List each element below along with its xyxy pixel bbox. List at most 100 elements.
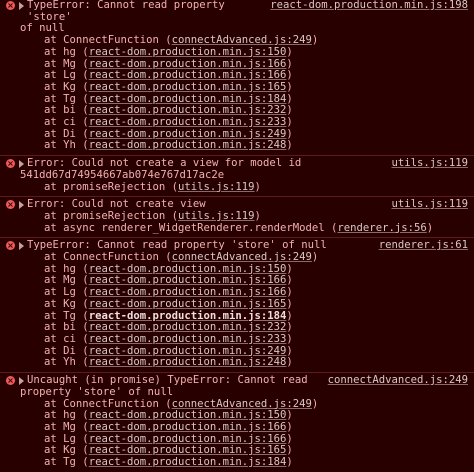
console-error-entry[interactable]: × TypeError: Cannot read property 'store'…	[0, 237, 474, 372]
stack-frame-function: Tg	[63, 92, 76, 105]
stack-frame-function: Mg	[63, 57, 76, 70]
error-source-link[interactable]: renderer.js:61	[379, 240, 468, 252]
console-error-entry[interactable]: × Error: Could not create a view for mode…	[0, 155, 474, 196]
expand-triangle-icon[interactable]	[19, 2, 24, 10]
stack-frame-link[interactable]: renderer.js:56	[337, 222, 426, 234]
stack-frame-link[interactable]: react-dom.production.min.js:249	[89, 128, 287, 140]
stack-frame-link[interactable]: react-dom.production.min.js:166	[89, 58, 287, 70]
expand-triangle-icon[interactable]	[19, 201, 24, 210]
stack-frame-at: at	[44, 127, 57, 140]
stack-frame-link[interactable]: react-dom.production.min.js:165	[89, 298, 287, 310]
stack-frame-at: at	[44, 309, 57, 322]
stack-frame-function: bi	[63, 104, 76, 117]
stack-frame-link[interactable]: react-dom.production.min.js:184	[89, 456, 287, 468]
stack-frame-function: Di	[63, 127, 76, 140]
stack-frame-at: at	[44, 262, 57, 275]
stack-frame-at: at	[44, 180, 57, 193]
stack-frame-link[interactable]: connectAdvanced.js:249	[172, 251, 312, 263]
stack-frame-function: Tg	[63, 309, 76, 322]
stack-frame-at: at	[44, 344, 57, 357]
stack-frame-function: promiseRejection	[63, 180, 166, 193]
error-icon: ×	[6, 159, 15, 169]
stack-frame-function: Kg	[63, 297, 76, 310]
console-error-entry[interactable]: × Uncaught (in promise) TypeError: Cannot…	[0, 372, 474, 472]
stack-frame-function: Mg	[63, 420, 76, 433]
error-icon: ×	[6, 1, 15, 10]
stack-frame-function: Lg	[63, 69, 76, 82]
stack-frame-link[interactable]: react-dom.production.min.js:184	[89, 93, 287, 105]
stack-frame-at: at	[44, 321, 57, 334]
stack-frame-at: at	[44, 297, 57, 310]
stack-frame-link[interactable]: react-dom.production.min.js:232	[89, 104, 287, 116]
stack-frame-link[interactable]: react-dom.production.min.js:233	[89, 116, 287, 128]
stack-frame-link[interactable]: react-dom.production.min.js:184	[89, 310, 287, 322]
stack-frame-function: Kg	[63, 444, 76, 457]
stack-frame-link[interactable]: react-dom.production.min.js:165	[89, 444, 287, 456]
stack-frame-link[interactable]: utils.js:119	[178, 181, 255, 193]
stack-frame-at: at	[44, 116, 57, 129]
stack-frame-at: at	[44, 209, 57, 222]
stack-frame-function: hg	[63, 409, 76, 422]
stack-frame-function: ci	[63, 332, 76, 345]
stack-frame-link[interactable]: react-dom.production.min.js:248	[89, 356, 287, 369]
error-icon: ×	[6, 376, 15, 386]
expand-triangle-icon[interactable]	[19, 160, 24, 169]
error-source-link[interactable]: react-dom.production.min.js:198	[270, 0, 468, 12]
stack-frame-link[interactable]: react-dom.production.min.js:150	[89, 409, 287, 421]
stack-frame-link[interactable]: react-dom.production.min.js:165	[89, 81, 287, 93]
stack-frame-function: hg	[63, 262, 76, 275]
stack-frame-function: Mg	[63, 274, 76, 287]
stack-frame-link[interactable]: react-dom.production.min.js:166	[89, 421, 287, 433]
stack-frame-at: at	[44, 34, 57, 47]
stack-frame-function: ConnectFunction	[63, 397, 159, 410]
stack-frame: at Tg (react-dom.production.min.js:184)	[44, 456, 293, 469]
stack-frame-function: promiseRejection	[63, 209, 166, 222]
stack-frame-link[interactable]: react-dom.production.min.js:232	[89, 321, 287, 333]
stack-frame-link[interactable]: react-dom.production.min.js:248	[89, 139, 287, 152]
stack-frame-function: Yh	[63, 356, 76, 369]
stack-frame-link[interactable]: react-dom.production.min.js:150	[89, 46, 287, 58]
stack-frame-function: Tg	[63, 456, 76, 469]
stack-frame-at: at	[44, 332, 57, 345]
stack-frame-at: at	[44, 80, 57, 93]
error-header[interactable]: × TypeError: Cannot read property 'store'…	[6, 0, 468, 23]
error-source-link[interactable]: utils.js:119	[391, 157, 468, 170]
stack-frame: at Yh (react-dom.production.min.js:248)	[44, 356, 293, 369]
stack-frame: at async renderer_WidgetRenderer.renderM…	[44, 221, 434, 234]
console-error-entry[interactable]: × TypeError: Cannot read property 'store'…	[0, 0, 474, 155]
stack-frame-link[interactable]: react-dom.production.min.js:166	[89, 69, 287, 81]
error-source-link[interactable]: connectAdvanced.js:249	[328, 374, 468, 387]
stack-frame-function: Kg	[63, 80, 76, 93]
stack-frame-function: async renderer_WidgetRenderer.renderMode…	[63, 221, 325, 234]
stack-frame-link[interactable]: react-dom.production.min.js:233	[89, 333, 287, 345]
stack-frame-at: at	[44, 69, 57, 82]
stack-frame-at: at	[44, 456, 57, 469]
stack-frame: at Yh (react-dom.production.min.js:248)	[44, 139, 293, 152]
stack-frame-link[interactable]: react-dom.production.min.js:150	[89, 263, 287, 275]
stack-frame-at: at	[44, 92, 57, 105]
stack-frame-function: Lg	[63, 286, 76, 299]
stack-frame-function: ConnectFunction	[63, 251, 159, 264]
stack-frame-at: at	[44, 409, 57, 422]
stack-frame-link[interactable]: react-dom.production.min.js:166	[89, 274, 287, 287]
stack-frame-at: at	[44, 444, 57, 457]
stack-frame-link[interactable]: utils.js:119	[178, 210, 255, 222]
stack-frame-at: at	[44, 57, 57, 70]
error-source-link[interactable]: utils.js:119	[391, 199, 468, 211]
stack-frame-link[interactable]: react-dom.production.min.js:166	[89, 433, 287, 445]
stack-frame-link[interactable]: connectAdvanced.js:249	[172, 398, 312, 410]
expand-triangle-icon[interactable]	[19, 242, 24, 251]
console-error-entry[interactable]: × Error: Could not create view utils.js:11…	[0, 196, 474, 237]
error-icon: ×	[6, 241, 15, 251]
stack-frame-function: Lg	[63, 432, 76, 445]
stack-frame: at promiseRejection (utils.js:119)	[44, 180, 261, 193]
stack-frame-function: ConnectFunction	[63, 34, 159, 47]
stack-frame-at: at	[44, 432, 57, 445]
expand-triangle-icon[interactable]	[19, 377, 24, 386]
console-log: × TypeError: Cannot read property 'store'…	[0, 0, 474, 472]
stack-frame-link[interactable]: connectAdvanced.js:249	[172, 34, 312, 46]
stack-frame-link[interactable]: react-dom.production.min.js:166	[89, 286, 287, 298]
stack-frame-link[interactable]: react-dom.production.min.js:249	[89, 345, 287, 357]
stack-frame-function: Yh	[63, 139, 76, 152]
stack-frame-at: at	[44, 139, 57, 152]
